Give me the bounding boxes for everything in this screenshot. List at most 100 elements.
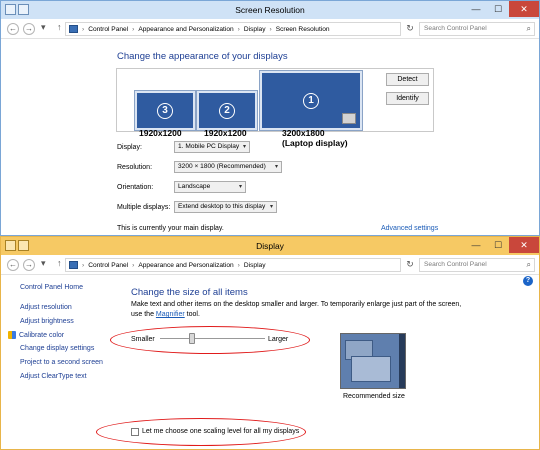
breadcrumb-separator-icon[interactable]: ›	[132, 26, 134, 33]
display-select[interactable]: 1. Mobile PC Display ▾	[174, 141, 250, 153]
control-panel-icon	[69, 261, 78, 269]
description-line-1: Make text and other items on the desktop…	[131, 301, 462, 308]
window-title: Screen Resolution	[235, 5, 305, 15]
description-prefix: use the	[131, 311, 154, 318]
quick-access-toolbar	[5, 240, 29, 251]
maximize-button[interactable]: ☐	[487, 237, 509, 253]
monitor-2[interactable]: 2	[196, 90, 258, 131]
breadcrumb-appearance[interactable]: Appearance and Personalization	[138, 262, 233, 269]
sidebar-item-adjust-resolution[interactable]: Adjust resolution	[20, 304, 72, 311]
search-placeholder: Search Control Panel	[424, 25, 487, 32]
resolution-select[interactable]: 3200 × 1800 (Recommended) ▾	[174, 161, 282, 173]
back-icon[interactable]: ←	[7, 23, 19, 35]
monitor-1-note: (Laptop display)	[282, 138, 348, 148]
chevron-down-icon: ▾	[274, 164, 278, 170]
sidebar-item-label: Calibrate color	[19, 331, 65, 339]
page-title: Change the size of all items	[131, 287, 248, 298]
title-bar[interactable]: Screen Resolution — ☐ ✕	[1, 1, 539, 19]
search-placeholder: Search Control Panel	[424, 261, 487, 268]
search-input[interactable]: Search Control Panel ⌕	[419, 22, 535, 36]
orientation-select-value: Landscape	[178, 183, 211, 190]
resolution-label: Resolution:	[117, 164, 153, 171]
breadcrumb-display[interactable]: Display	[244, 26, 266, 33]
identify-button[interactable]: Identify	[386, 92, 429, 105]
sidebar-item-calibrate-color[interactable]: Calibrate color	[8, 331, 64, 339]
breadcrumb-separator-icon[interactable]: ›	[82, 26, 84, 33]
back-icon[interactable]: ←	[7, 259, 19, 271]
control-panel-icon	[69, 25, 78, 33]
navigation-bar: ← → ▾ ↑ › Control Panel › Appearance and…	[1, 19, 539, 39]
resolution-select-value: 3200 × 1800 (Recommended)	[178, 163, 266, 170]
recent-dropdown-icon[interactable]: ▾	[41, 22, 46, 33]
breadcrumb-separator-icon[interactable]: ›	[270, 26, 272, 33]
minimize-button[interactable]: —	[465, 1, 487, 17]
breadcrumb-separator-icon[interactable]: ›	[82, 262, 84, 269]
maximize-button[interactable]: ☐	[487, 1, 509, 17]
breadcrumb-separator-icon[interactable]: ›	[238, 262, 240, 269]
multiple-displays-select-value: Extend desktop to this display	[178, 203, 266, 210]
main-display-badge-icon	[342, 113, 356, 124]
minimize-button[interactable]: —	[465, 237, 487, 253]
shield-icon	[8, 331, 16, 339]
detect-button[interactable]: Detect	[386, 73, 429, 86]
breadcrumb-control-panel[interactable]: Control Panel	[88, 262, 128, 269]
forward-icon[interactable]: →	[23, 23, 35, 35]
search-input[interactable]: Search Control Panel ⌕	[419, 258, 535, 272]
monitor-3[interactable]: 3	[134, 90, 196, 131]
description-line-2: use the Magnifier tool.	[131, 311, 200, 318]
chevron-down-icon: ▾	[269, 204, 273, 210]
window-title: Display	[256, 241, 284, 251]
annotation-ellipse	[96, 418, 306, 446]
control-panel-icon	[5, 240, 16, 251]
address-bar[interactable]: › Control Panel › Appearance and Persona…	[65, 22, 401, 36]
breadcrumb-control-panel[interactable]: Control Panel	[88, 26, 128, 33]
advanced-settings-link[interactable]: Advanced settings	[381, 225, 438, 232]
breadcrumb-display[interactable]: Display	[244, 262, 266, 269]
window-controls: — ☐ ✕	[465, 1, 539, 17]
sidebar-item-adjust-cleartype[interactable]: Adjust ClearType text	[20, 373, 87, 380]
magnifier-link[interactable]: Magnifier	[156, 311, 185, 318]
sidebar-item-change-display-settings[interactable]: Change display settings	[20, 345, 94, 352]
navigation-bar: ← → ▾ ↑ › Control Panel › Appearance and…	[1, 255, 539, 275]
chevron-down-icon: ▾	[238, 184, 242, 190]
sidebar-item-home[interactable]: Control Panel Home	[20, 284, 83, 291]
multiple-displays-select[interactable]: Extend desktop to this display ▾	[174, 201, 277, 213]
refresh-icon[interactable]: ↻	[403, 258, 417, 272]
monitor-number: 1	[303, 92, 319, 109]
quick-access-toolbar	[5, 4, 29, 15]
up-icon[interactable]: ↑	[57, 22, 62, 32]
monitor-1[interactable]: 1	[259, 70, 363, 131]
main-display-text: This is currently your main display.	[117, 225, 224, 232]
orientation-label: Orientation:	[117, 184, 154, 191]
sidebar-item-adjust-brightness[interactable]: Adjust brightness	[20, 318, 74, 325]
breadcrumb-screen-resolution[interactable]: Screen Resolution	[276, 26, 330, 33]
breadcrumb-separator-icon[interactable]: ›	[132, 262, 134, 269]
search-icon: ⌕	[526, 24, 531, 33]
breadcrumb-separator-icon[interactable]: ›	[238, 26, 240, 33]
refresh-icon[interactable]: ↻	[403, 22, 417, 36]
close-button[interactable]: ✕	[509, 1, 539, 17]
properties-icon[interactable]	[18, 240, 29, 251]
search-icon: ⌕	[526, 260, 531, 269]
help-icon[interactable]: ?	[523, 276, 533, 286]
monitor-1-resolution: 3200x1800	[282, 128, 325, 138]
up-icon[interactable]: ↑	[57, 258, 62, 268]
chevron-down-icon: ▾	[242, 144, 246, 150]
monitor-number: 2	[219, 102, 235, 119]
title-bar[interactable]: Display — ☐ ✕	[1, 237, 539, 255]
screen-resolution-window: Screen Resolution — ☐ ✕ ← → ▾ ↑ › Contro…	[0, 0, 540, 236]
control-panel-icon	[5, 4, 16, 15]
address-bar[interactable]: › Control Panel › Appearance and Persona…	[65, 258, 401, 272]
recent-dropdown-icon[interactable]: ▾	[41, 258, 46, 269]
monitor-number: 3	[157, 102, 173, 119]
close-button[interactable]: ✕	[509, 237, 539, 253]
sidebar-item-project-second-screen[interactable]: Project to a second screen	[20, 359, 103, 366]
properties-icon[interactable]	[18, 4, 29, 15]
forward-icon[interactable]: →	[23, 259, 35, 271]
page-title: Change the appearance of your displays	[117, 51, 288, 62]
orientation-select[interactable]: Landscape ▾	[174, 181, 246, 193]
preview-window-shape	[351, 356, 391, 382]
breadcrumb-appearance[interactable]: Appearance and Personalization	[138, 26, 233, 33]
display-label: Display:	[117, 144, 142, 151]
window-controls: — ☐ ✕	[465, 237, 539, 253]
